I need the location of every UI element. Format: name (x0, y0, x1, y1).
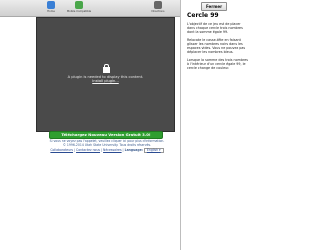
mobile-label: Mobile Compatible (66, 10, 92, 13)
language-select-value: English (146, 147, 159, 152)
sidebar-paragraph: Relocate le casse-tête en faisant glisse… (187, 38, 246, 54)
footer-link-collaborators[interactable]: Collaborateurs (50, 148, 73, 152)
install-plugin-link[interactable]: Install plugin... (57, 79, 154, 83)
instructions-sidebar: Fermer Cercle 99 L'objectif de ce jeu es… (180, 0, 251, 250)
footer-links: Collaborateurs | Contactez nous | Nécess… (36, 147, 178, 154)
language-label: Language: (124, 147, 143, 152)
close-button[interactable]: Fermer (201, 2, 227, 11)
footer-link-requirements[interactable]: Nécessaires (103, 148, 122, 152)
directions-button[interactable]: Directions (145, 1, 171, 15)
language-select[interactable]: English ▾ (143, 147, 164, 154)
plugin-message: A plugin is needed to display this conte… (57, 75, 154, 83)
sidebar-text: L'objectif de ce jeu est de placer dans … (187, 22, 249, 74)
plugin-lock-icon (102, 64, 111, 73)
home-label: Home (47, 10, 55, 13)
footer: Si vous ne voyez pas l'appelet, veuillez… (36, 139, 178, 154)
mobile-compatible-button[interactable]: Mobile Compatible (66, 1, 92, 15)
home-button[interactable]: Home (38, 1, 64, 15)
home-icon (47, 1, 55, 9)
sidebar-title: Cercle 99 (187, 12, 219, 19)
directions-icon (154, 1, 162, 9)
download-button[interactable]: Téléchargez Nouveau Version Gratuit 3.0! (49, 131, 163, 139)
mobile-icon (75, 1, 83, 9)
sidebar-paragraph: Lorsque la somme des trois nombres à l'i… (187, 58, 248, 70)
directions-label: Directions (151, 10, 165, 13)
sidebar-paragraph: L'objectif de ce jeu est de placer dans … (187, 22, 243, 34)
footer-link-contact[interactable]: Contactez nous (76, 148, 100, 152)
applet-area: A plugin is needed to display this conte… (36, 17, 175, 132)
